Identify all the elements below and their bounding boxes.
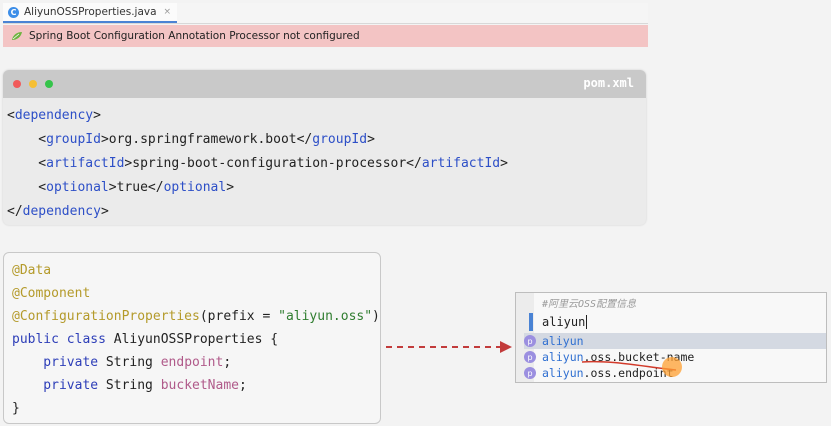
warning-banner: Spring Boot Configuration Annotation Pro… xyxy=(3,25,648,47)
dashed-arrow-icon xyxy=(386,341,512,353)
code-token: bucketName xyxy=(160,378,239,393)
code-token: (prefix = xyxy=(199,309,279,324)
code-card-header: pom.xml xyxy=(3,70,646,98)
code-token: artifactId xyxy=(421,156,501,171)
code-token: artifactId xyxy=(46,156,125,171)
java-class-icon: C xyxy=(8,6,19,18)
code-token: endpoint xyxy=(160,355,224,370)
code-token: optional xyxy=(46,180,109,195)
code-line: @Component xyxy=(12,282,380,305)
code-token: private xyxy=(12,378,106,393)
code-token: @Data xyxy=(12,263,52,278)
code-token: > xyxy=(93,108,101,123)
java-code-block: @Data @Component @ConfigurationProperties(… xyxy=(12,259,380,420)
code-token: private xyxy=(12,355,106,370)
code-token: > xyxy=(100,204,109,219)
code-token: >true</ xyxy=(108,180,164,195)
code-token: "aliyun.oss" xyxy=(278,309,373,324)
code-token: > xyxy=(367,132,375,147)
completion-input-text: aliyun xyxy=(542,315,586,329)
item-match: aliyun xyxy=(542,334,584,348)
item-match: aliyun xyxy=(542,350,584,364)
code-line: @ConfigurationProperties(prefix = "aliyu… xyxy=(12,305,380,328)
code-token: } xyxy=(12,401,20,416)
code-token: >org.springframework.boot</ xyxy=(100,132,313,147)
code-token: > xyxy=(500,156,508,171)
pom-file-title: pom.xml xyxy=(583,76,634,90)
code-token: String xyxy=(105,378,161,393)
line-marker xyxy=(529,313,533,331)
editor-tab-bar: C AliyunOSSProperties.java × xyxy=(3,3,648,24)
code-token: < xyxy=(7,180,47,195)
popup-comment: #阿里云OSS配置信息 xyxy=(542,299,637,310)
pom-code-block: <dependency> <groupId>org.springframewor… xyxy=(7,104,508,224)
spring-leaf-icon xyxy=(12,32,22,40)
tab-label: AliyunOSSProperties.java xyxy=(24,6,157,18)
code-token: optional xyxy=(163,180,227,195)
code-token: > xyxy=(226,180,235,195)
code-line: private String bucketName; xyxy=(12,374,380,397)
code-token: < xyxy=(7,156,47,171)
code-token: dependency xyxy=(14,108,94,123)
java-code-card: @Data @Component @ConfigurationProperties(… xyxy=(3,252,381,424)
code-line: public class AliyunOSSProperties { xyxy=(12,328,380,351)
code-line: <artifactId>spring-boot-configuration-pr… xyxy=(7,152,508,176)
minimize-dot-icon xyxy=(29,80,37,88)
code-token: ; xyxy=(223,355,232,370)
text-caret xyxy=(586,315,588,329)
property-icon: p xyxy=(524,367,536,379)
tab-aliyun-oss-properties[interactable]: C AliyunOSSProperties.java × xyxy=(3,3,178,23)
maximize-dot-icon xyxy=(45,80,53,88)
item-match: aliyun xyxy=(542,366,584,380)
banner-text: Spring Boot Configuration Annotation Pro… xyxy=(29,30,360,42)
code-token: < xyxy=(7,132,47,147)
code-line: <optional>true</optional> xyxy=(7,176,508,200)
code-token: public class xyxy=(12,332,114,347)
code-line: <groupId>org.springframework.boot</group… xyxy=(7,128,508,152)
property-icon: p xyxy=(524,335,536,347)
code-token: String xyxy=(105,355,161,370)
code-token: >spring-boot-configuration-processor</ xyxy=(124,156,422,171)
code-line: private String endpoint; xyxy=(12,351,380,374)
code-line: </dependency> xyxy=(7,200,508,224)
code-token: groupId xyxy=(46,132,101,147)
code-line: @Data xyxy=(12,259,380,282)
completion-input[interactable]: aliyun xyxy=(534,311,826,333)
code-token: < xyxy=(7,108,15,123)
code-token: ; xyxy=(239,378,247,393)
code-token: @Component xyxy=(12,286,91,301)
code-token: ) xyxy=(372,309,380,324)
pom-code-card: pom.xml <dependency> <groupId>org.spring… xyxy=(3,70,646,225)
code-token: groupId xyxy=(312,132,368,147)
close-dot-icon xyxy=(13,80,21,88)
code-token: @ConfigurationProperties xyxy=(12,309,200,324)
code-token: </ xyxy=(7,204,23,219)
code-line: <dependency> xyxy=(7,104,508,128)
property-icon: p xyxy=(524,351,536,363)
completion-item[interactable]: p aliyun xyxy=(524,333,826,349)
mouse-cursor-highlight xyxy=(662,357,682,377)
close-icon[interactable]: × xyxy=(164,7,172,17)
code-line: } xyxy=(12,397,380,420)
code-token: dependency xyxy=(22,204,101,219)
code-token: AliyunOSSProperties { xyxy=(113,332,279,347)
